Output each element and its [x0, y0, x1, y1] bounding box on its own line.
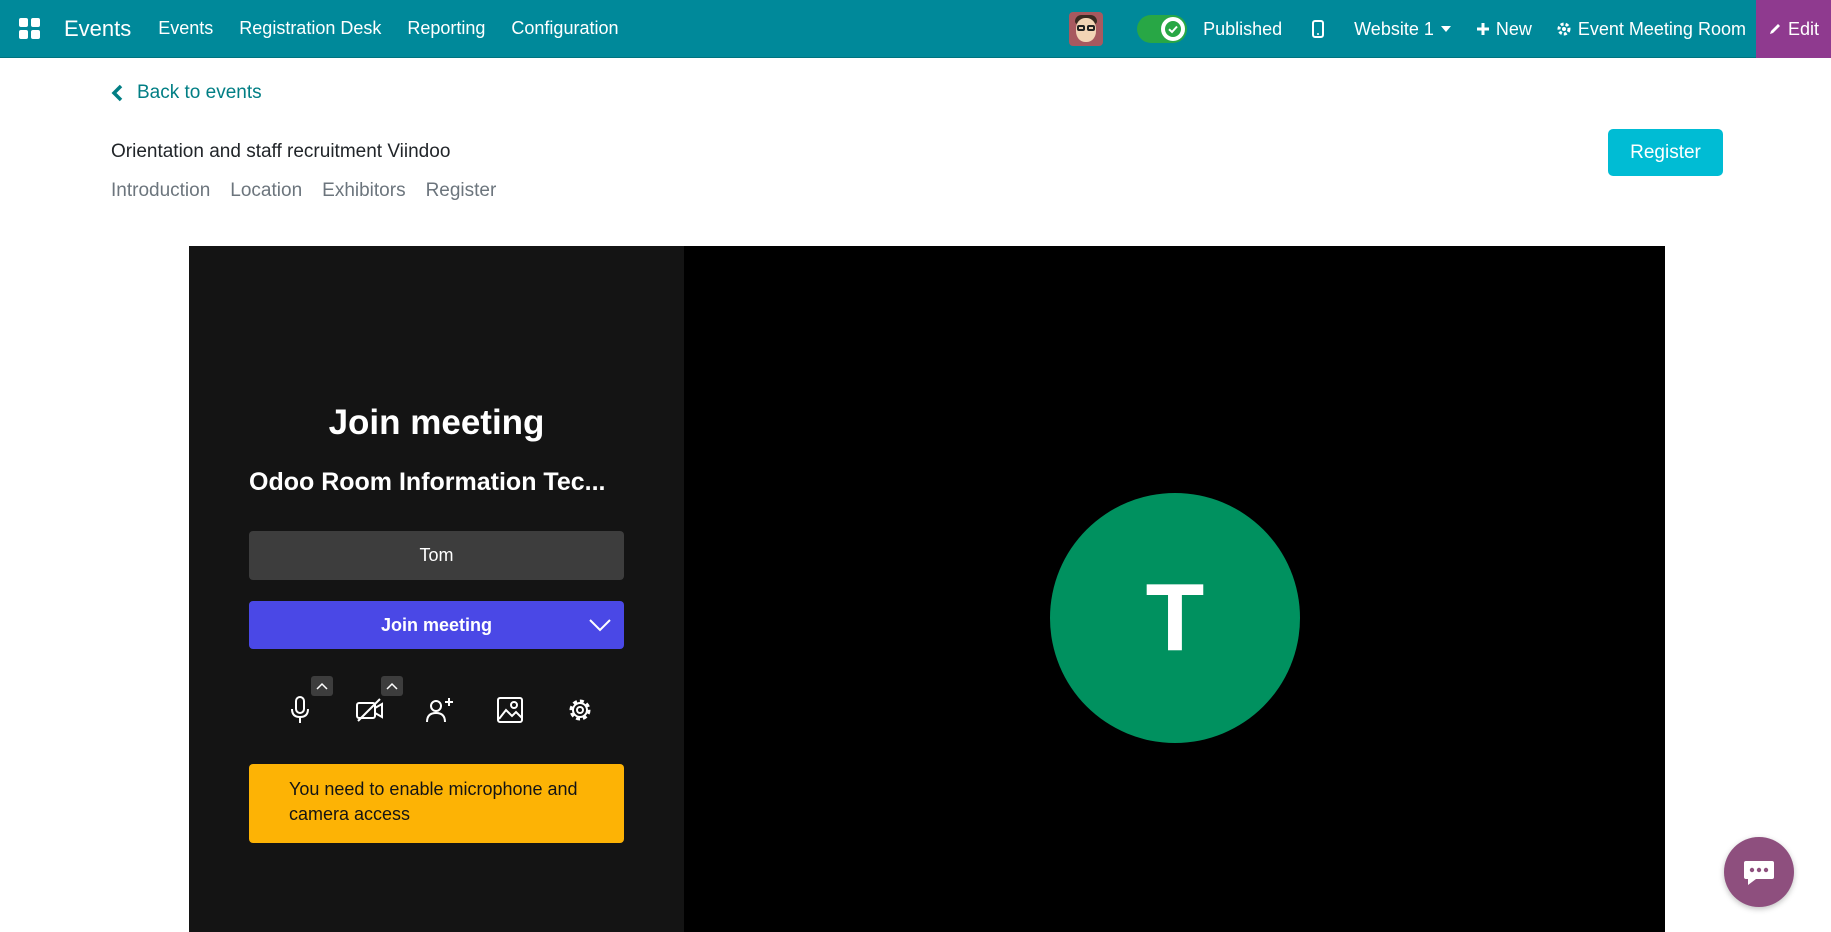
participant-avatar: T — [1050, 493, 1300, 743]
chevron-up-icon — [386, 682, 398, 690]
tab-introduction[interactable]: Introduction — [111, 180, 210, 202]
website-label: Website 1 — [1354, 18, 1434, 39]
audio-options-button[interactable] — [311, 676, 333, 696]
chat-icon — [1744, 861, 1774, 885]
tab-exhibitors[interactable]: Exhibitors — [322, 180, 405, 202]
published-label[interactable]: Published — [1193, 19, 1302, 40]
join-meeting-title: Join meeting — [328, 403, 545, 442]
display-name-input[interactable] — [249, 531, 624, 580]
chevron-down-icon[interactable] — [588, 613, 612, 637]
chat-button[interactable] — [1724, 837, 1794, 907]
video-options-button[interactable] — [381, 676, 403, 696]
join-meeting-button[interactable]: Join meeting — [249, 601, 624, 649]
tab-register[interactable]: Register — [426, 180, 497, 202]
mobile-preview-button[interactable] — [1302, 20, 1344, 38]
prejoin-panel: Join meeting Odoo Room Information Tec..… — [189, 246, 684, 932]
back-label: Back to events — [137, 82, 262, 103]
mobile-icon — [1312, 20, 1325, 38]
invite-icon[interactable] — [424, 694, 456, 726]
permission-warning: You need to enable microphone and camera… — [249, 764, 624, 843]
website-switcher[interactable]: Website 1 — [1344, 19, 1462, 40]
apps-menu-button[interactable] — [8, 0, 50, 58]
join-meeting-label: Join meeting — [380, 614, 492, 635]
plus-icon — [1476, 23, 1489, 35]
check-icon — [1161, 17, 1186, 41]
gear-icon — [1557, 22, 1571, 36]
prejoin-controls — [284, 676, 591, 736]
publish-toggle[interactable] — [1137, 15, 1188, 43]
settings-icon[interactable] — [564, 694, 596, 726]
menu-item-events[interactable]: Events — [145, 18, 226, 39]
room-name: Odoo Room Information Tec... — [249, 468, 606, 496]
event-meeting-room-button[interactable]: Event Meeting Room — [1542, 19, 1756, 40]
menu-item-registration-desk[interactable]: Registration Desk — [226, 18, 394, 39]
chevron-up-icon — [316, 682, 328, 690]
event-title: Orientation and staff recruitment Viindo… — [111, 141, 451, 162]
pencil-icon — [1769, 24, 1780, 34]
event-meeting-room-label: Event Meeting Room — [1577, 18, 1746, 39]
menu-item-configuration[interactable]: Configuration — [498, 18, 631, 39]
new-button[interactable]: New — [1462, 19, 1542, 40]
camera-off-icon[interactable] — [354, 694, 386, 726]
event-sub-nav: Introduction Location Exhibitors Registe… — [111, 180, 496, 202]
tab-location[interactable]: Location — [230, 180, 302, 202]
user-avatar[interactable] — [1069, 12, 1104, 46]
top-navbar: Events Events Registration Desk Reportin… — [0, 0, 1831, 58]
register-button[interactable]: Register — [1608, 129, 1723, 176]
menu-item-reporting[interactable]: Reporting — [394, 18, 498, 39]
microphone-icon[interactable] — [284, 694, 316, 726]
grid-icon — [18, 18, 40, 39]
app-name[interactable]: Events — [64, 16, 131, 42]
edit-label: Edit — [1787, 18, 1819, 39]
chevron-left-icon — [111, 84, 123, 102]
back-to-events-link[interactable]: Back to events — [111, 82, 262, 104]
edit-button[interactable]: Edit — [1755, 0, 1831, 58]
background-icon[interactable] — [494, 694, 526, 726]
new-label: New — [1495, 18, 1532, 39]
caret-down-icon — [1440, 26, 1451, 32]
meeting-frame: Join meeting Odoo Room Information Tec..… — [189, 246, 1665, 932]
